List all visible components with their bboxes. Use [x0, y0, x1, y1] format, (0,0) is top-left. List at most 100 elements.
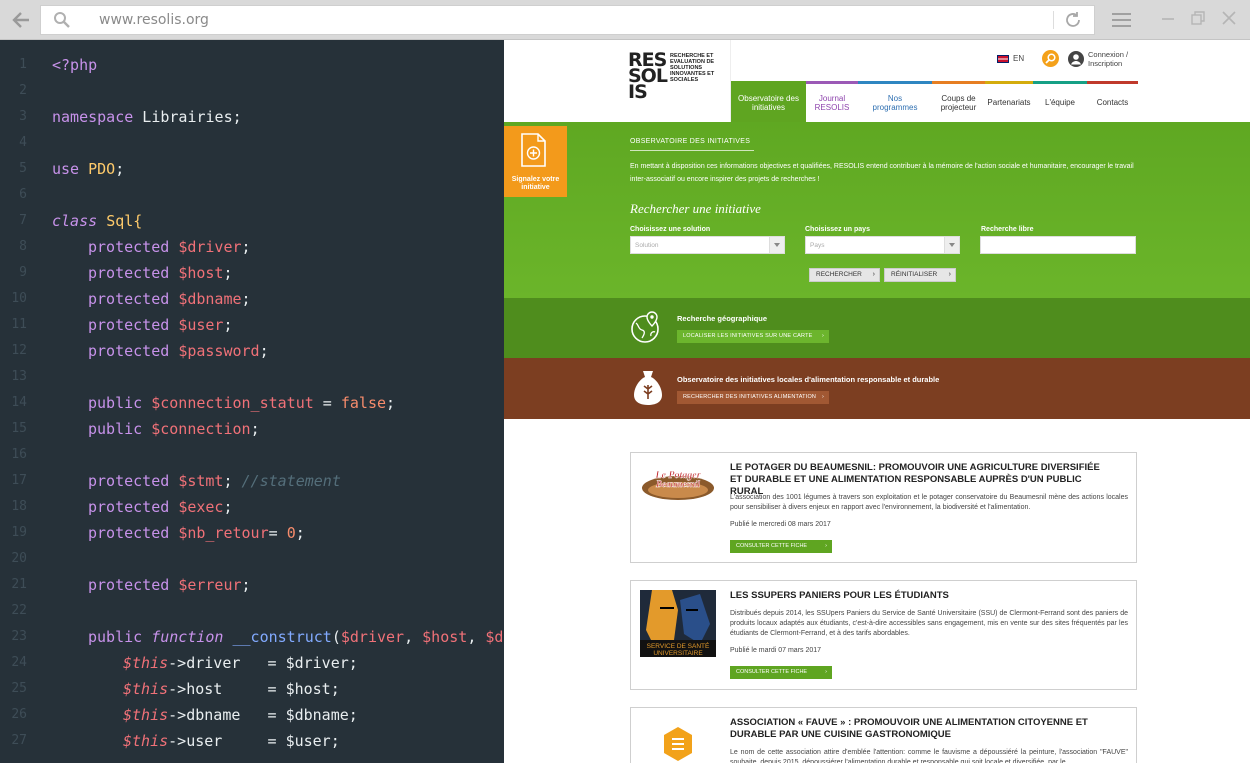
- food-title: Observatoire des initiatives locales d'a…: [677, 375, 940, 384]
- code-line: 14 public $connection_statut = false;: [0, 390, 504, 416]
- code-token: ;: [348, 654, 358, 672]
- back-arrow-icon[interactable]: [10, 9, 32, 31]
- code-line: 4: [0, 130, 504, 156]
- code-token: PDO: [88, 160, 116, 178]
- url-text: www.resolis.org: [99, 12, 209, 28]
- logo-tagline: RECHERCHE ET EVALUATION DE SOLUTIONS INN…: [670, 53, 715, 83]
- initiative-card: FAUVE ASSOCIATION « FAUVE » : PROMOUVOIR…: [630, 707, 1137, 763]
- code-line: 17 protected $stmt; //statement: [0, 468, 504, 494]
- free-search-label: Recherche libre: [981, 226, 1034, 233]
- nav-item-equipe[interactable]: L'équipe: [1033, 81, 1087, 122]
- nav-item-partenariats[interactable]: Partenariats: [985, 81, 1033, 122]
- locate-map-button[interactable]: LOCALISER LES INITIATIVES SUR UNE CARTE ›: [677, 330, 829, 343]
- menu-icon[interactable]: [1112, 13, 1131, 31]
- card-title[interactable]: LES SSUPERS PANIERS POUR LES ÉTUDIANTS: [730, 590, 1100, 602]
- address-bar[interactable]: www.resolis.org: [40, 5, 1095, 35]
- code-line: 26 $this->dbname = $dbname;: [0, 702, 504, 728]
- card-date: Publié le mardi 07 mars 2017: [730, 647, 822, 654]
- line-number: 21: [11, 577, 27, 592]
- country-select[interactable]: Pays: [805, 236, 960, 254]
- code-token: $dbname: [178, 290, 242, 308]
- chevron-down-icon: [944, 237, 959, 253]
- report-initiative-button[interactable]: Signalez votre initiative: [504, 126, 567, 197]
- code-line: 7 class Sql{: [0, 208, 504, 234]
- code-editor[interactable]: 1 <?php 2 3 namespace Librairies; 4 5 use P…: [0, 40, 504, 763]
- code-line: 15 public $connection;: [0, 416, 504, 442]
- code-token: function: [151, 628, 224, 646]
- line-number: 26: [11, 707, 27, 722]
- code-token: $this: [123, 732, 169, 750]
- nav-label: Nos programmes: [872, 93, 918, 113]
- code-token: ->dbname =: [168, 706, 286, 724]
- free-search-input[interactable]: [980, 236, 1136, 254]
- nav-item-observatoire[interactable]: Observatoire des initiatives: [731, 81, 806, 122]
- code-token: protected: [88, 238, 170, 256]
- chevron-right-icon: ›: [872, 271, 875, 278]
- line-number: 5: [19, 161, 27, 176]
- line-number: 13: [11, 369, 27, 384]
- nav-item-programmes[interactable]: Nos programmes: [858, 81, 932, 122]
- code-token: $this: [123, 654, 169, 672]
- code-token: $driver: [285, 654, 349, 672]
- reset-button[interactable]: RÉINITIALISER ›: [884, 268, 956, 282]
- code-line: 8 protected $driver;: [0, 234, 504, 260]
- solution-select[interactable]: Solution: [630, 236, 785, 254]
- food-search-button[interactable]: RECHERCHER DES INITIATIVES ALIMENTATION ›: [677, 391, 829, 404]
- code-token: class: [52, 212, 98, 230]
- code-token: $this: [123, 680, 169, 698]
- section-title: OBSERVATOIRE DES INITIATIVES: [630, 138, 751, 145]
- chevron-right-icon: ›: [948, 271, 951, 278]
- button-label: CONSULTER CETTE FICHE: [736, 669, 808, 675]
- consult-button[interactable]: CONSULTER CETTE FICHE ›: [730, 666, 832, 679]
- nav-label: Coups de projecteur: [940, 93, 977, 113]
- user-icon[interactable]: [1068, 51, 1084, 67]
- fauve-logo: FAUVE: [640, 725, 716, 763]
- nav-item-journal[interactable]: Journal RESOLIS: [806, 81, 858, 122]
- code-token: protected: [88, 316, 170, 334]
- chevron-right-icon: ›: [821, 394, 824, 400]
- code-token: ->user =: [168, 732, 286, 750]
- nav-label: Observatoire des initiatives: [738, 93, 799, 113]
- consult-button[interactable]: CONSULTER CETTE FICHE ›: [730, 540, 832, 553]
- code-token: $connection_statut: [151, 394, 314, 412]
- nav-label: Contacts: [1096, 98, 1129, 108]
- initiative-card: Le Potager Beaumesnil LE POTAGER DU BEAUM…: [630, 452, 1137, 563]
- code-token: $dbname: [285, 706, 349, 724]
- logo-letters: RES SOL IS: [628, 49, 668, 103]
- login-link[interactable]: Connexion / Inscription: [1088, 50, 1128, 68]
- minimize-icon[interactable]: [1160, 10, 1176, 29]
- maximize-icon[interactable]: [1190, 10, 1206, 29]
- close-icon[interactable]: [1221, 10, 1237, 29]
- code-token: $driver: [178, 238, 242, 256]
- code-token: ;: [241, 576, 251, 594]
- code-token: $this: [123, 706, 169, 724]
- reload-icon[interactable]: [1064, 11, 1082, 29]
- code-token: protected: [88, 524, 170, 542]
- code-token: protected: [88, 472, 170, 490]
- geo-title: Recherche géographique: [677, 314, 768, 323]
- nav-item-contacts[interactable]: Contacts: [1087, 81, 1138, 122]
- card-description: Distribués depuis 2014, les SSUpers Pani…: [730, 610, 1128, 637]
- button-label: RECHERCHER DES INITIATIVES ALIMENTATION: [683, 394, 817, 400]
- code-token: {: [133, 212, 143, 230]
- search-button[interactable]: RECHERCHER ›: [809, 268, 880, 282]
- nav-item-projecteur[interactable]: Coups de projecteur: [932, 81, 985, 122]
- button-label: CONSULTER CETTE FICHE: [736, 543, 808, 549]
- nav-label: L'équipe: [1045, 98, 1075, 108]
- site-search-icon[interactable]: [1042, 50, 1059, 67]
- code-line: 13: [0, 364, 504, 390]
- website-viewport: RES SOL IS RECHERCHE ET EVALUATION DE SO…: [504, 40, 1250, 763]
- code-token: $host: [285, 680, 331, 698]
- url-divider: [1053, 11, 1054, 29]
- code-token: $host: [422, 628, 468, 646]
- code-line: 9 protected $host;: [0, 260, 504, 286]
- code-token: protected: [88, 498, 170, 516]
- button-label: LOCALISER LES INITIATIVES SUR UNE CARTE: [683, 333, 813, 339]
- card-title[interactable]: ASSOCIATION « FAUVE » : PROMOUVOIR UNE A…: [730, 717, 1100, 741]
- language-switch[interactable]: EN: [997, 54, 1024, 63]
- code-line: 22: [0, 598, 504, 624]
- site-header: RES SOL IS RECHERCHE ET EVALUATION DE SO…: [504, 40, 1250, 126]
- resolis-logo[interactable]: RES SOL IS RECHERCHE ET EVALUATION DE SO…: [628, 49, 728, 114]
- code-token: ,: [404, 628, 423, 646]
- code-token: ;: [241, 238, 251, 256]
